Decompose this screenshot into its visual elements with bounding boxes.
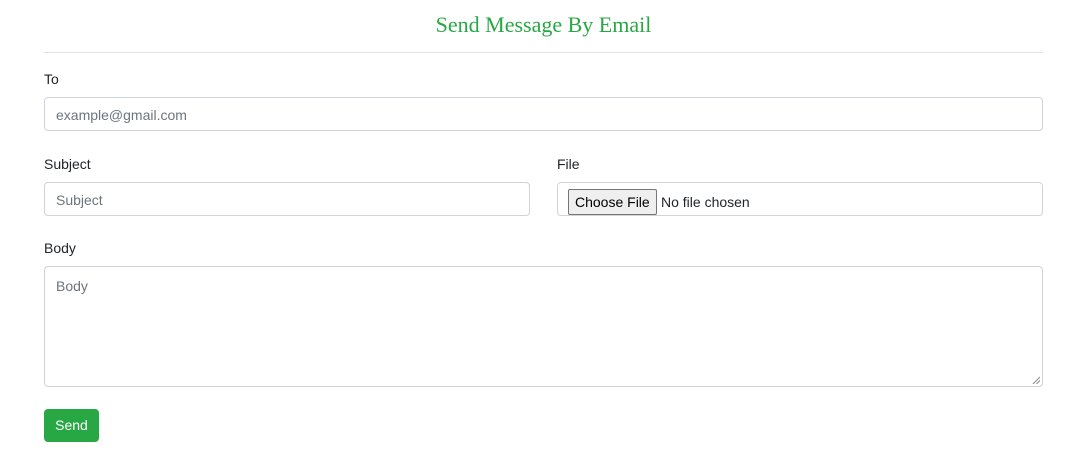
resize-grip-icon[interactable] (1032, 376, 1040, 384)
choose-file-button[interactable]: Choose File (568, 189, 657, 215)
send-button[interactable]: Send (44, 409, 99, 442)
to-email-placeholder: example@gmail.com (56, 107, 187, 123)
title-divider (44, 52, 1043, 53)
page-title: Send Message By Email (435, 12, 652, 37)
file-label: File (557, 156, 580, 172)
to-label: To (44, 71, 59, 87)
body-textarea[interactable]: Body (44, 266, 1043, 387)
body-placeholder: Body (56, 278, 88, 294)
subject-label: Subject (44, 156, 91, 172)
subject-placeholder: Subject (56, 192, 103, 208)
file-status: No file chosen (661, 194, 750, 210)
subject-input[interactable]: Subject (44, 182, 530, 216)
file-input[interactable]: Choose File No file chosen (557, 182, 1043, 216)
body-label: Body (44, 240, 76, 256)
to-email-input[interactable]: example@gmail.com (44, 97, 1043, 131)
